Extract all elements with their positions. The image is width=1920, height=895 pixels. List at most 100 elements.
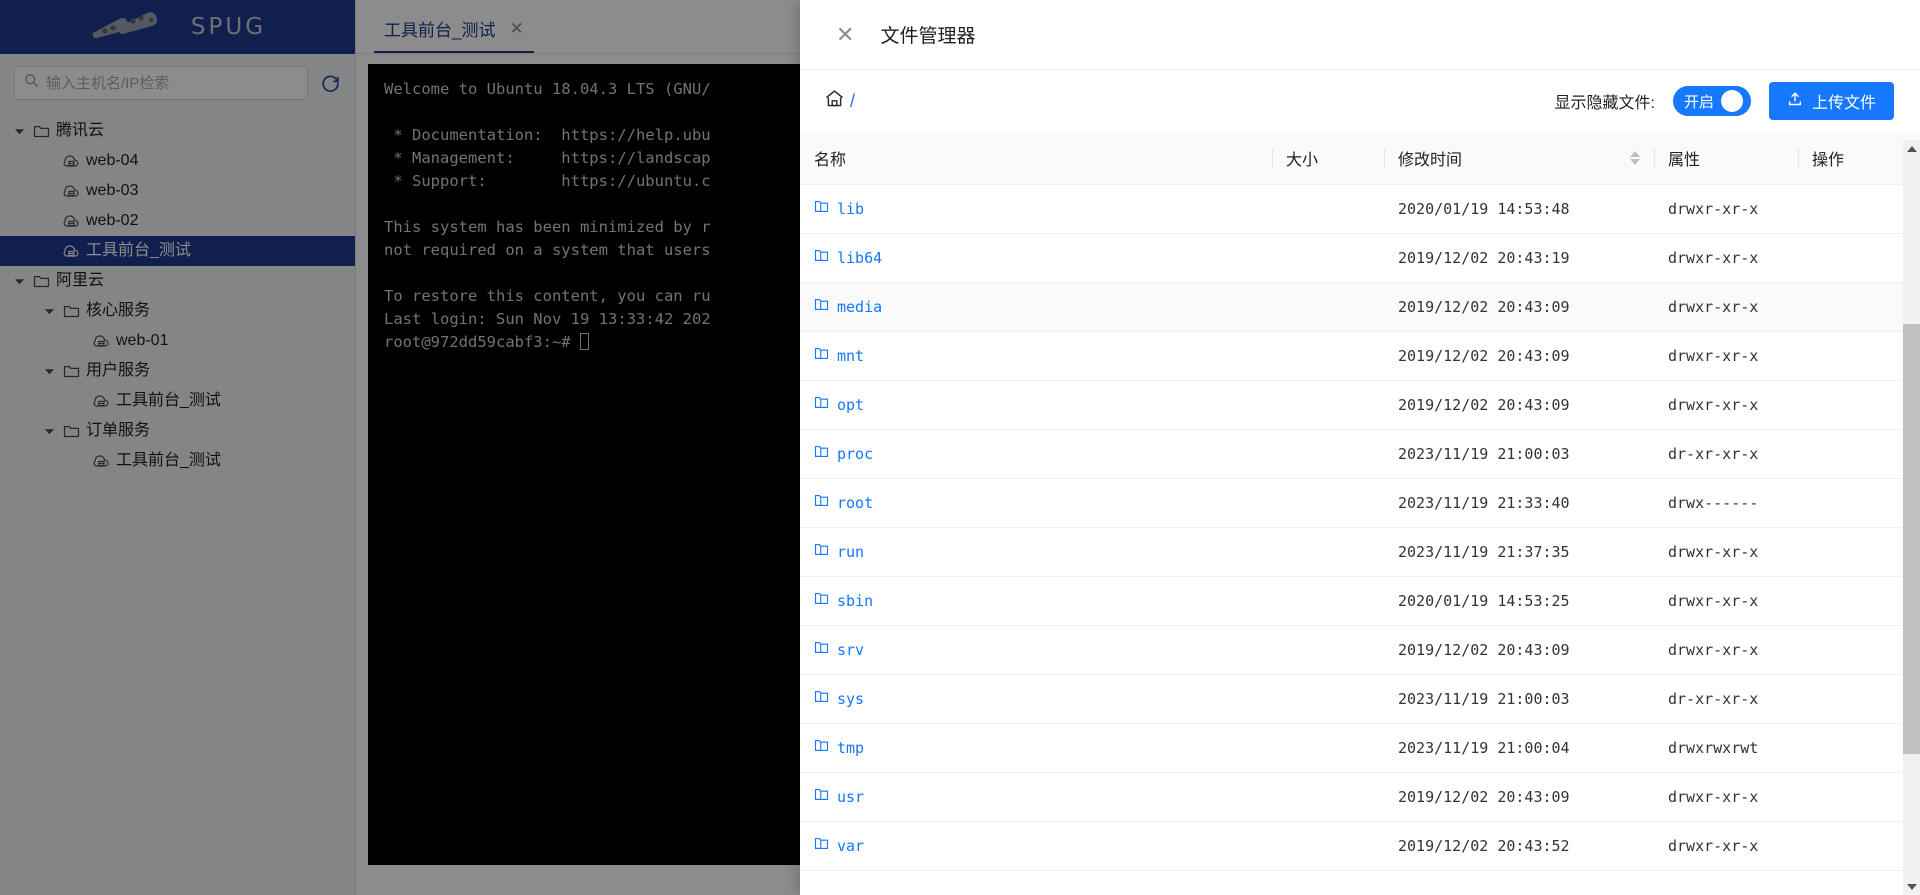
file-link[interactable]: var bbox=[814, 836, 864, 855]
cell-operations bbox=[1798, 527, 1920, 577]
table-header-row: 名称 大小 修改时间 属性 操作 bbox=[800, 132, 1920, 185]
table-row[interactable]: lib64 2019/12/02 20:43:19 drwxr-xr-x bbox=[800, 233, 1920, 283]
col-header-mtime[interactable]: 修改时间 bbox=[1384, 132, 1654, 185]
cell-operations bbox=[1798, 282, 1920, 332]
file-name-label: sbin bbox=[837, 591, 874, 610]
table-row[interactable]: tmp 2023/11/19 21:00:04 drwxrwxrwt bbox=[800, 723, 1920, 773]
cell-mtime: 2023/11/19 21:33:40 bbox=[1384, 478, 1654, 528]
cell-name[interactable]: lib64 bbox=[800, 233, 1272, 283]
cell-mtime: 2019/12/02 20:43:09 bbox=[1384, 625, 1654, 675]
scrollbar-thumb[interactable] bbox=[1903, 324, 1920, 755]
dialog-toolbar: / 显示隐藏文件: 开启 上传文件 bbox=[800, 70, 1920, 132]
breadcrumb-path[interactable]: / bbox=[850, 91, 855, 112]
cell-name[interactable]: var bbox=[800, 821, 1272, 871]
scrollbar-track[interactable] bbox=[1903, 157, 1920, 878]
table-row[interactable]: usr 2019/12/02 20:43:09 drwxr-xr-x bbox=[800, 772, 1920, 822]
folder-icon bbox=[814, 199, 829, 218]
sort-arrows-icon[interactable] bbox=[1630, 150, 1640, 165]
folder-icon bbox=[814, 836, 829, 855]
table-row[interactable]: run 2023/11/19 21:37:35 drwxr-xr-x bbox=[800, 527, 1920, 577]
cell-name[interactable]: root bbox=[800, 478, 1272, 528]
scroll-up-arrow-icon[interactable] bbox=[1903, 140, 1920, 157]
folder-icon bbox=[814, 395, 829, 414]
file-link[interactable]: lib bbox=[814, 199, 864, 218]
cell-size bbox=[1272, 772, 1384, 822]
cell-mtime: 2019/12/02 20:43:09 bbox=[1384, 380, 1654, 430]
cell-operations bbox=[1798, 723, 1920, 773]
show-hidden-toggle[interactable]: 开启 bbox=[1672, 86, 1751, 116]
cell-size bbox=[1272, 429, 1384, 479]
table-row[interactable]: sbin 2020/01/19 14:53:25 drwxr-xr-x bbox=[800, 576, 1920, 626]
cell-attr: drwxr-xr-x bbox=[1654, 380, 1798, 430]
home-icon[interactable] bbox=[824, 88, 845, 114]
file-name-label: run bbox=[837, 542, 865, 561]
cell-operations bbox=[1798, 772, 1920, 822]
cell-name[interactable]: lib bbox=[800, 184, 1272, 234]
file-table-wrap: 名称 大小 修改时间 属性 操作 lib 2020/01/19 14:53:48… bbox=[800, 132, 1920, 895]
upload-icon bbox=[1787, 91, 1803, 112]
folder-icon bbox=[814, 297, 829, 316]
window-scrollbar[interactable] bbox=[1903, 140, 1920, 895]
file-link[interactable]: tmp bbox=[814, 738, 864, 757]
cell-mtime: 2023/11/19 21:37:35 bbox=[1384, 527, 1654, 577]
file-link[interactable]: srv bbox=[814, 640, 864, 659]
cell-size bbox=[1272, 282, 1384, 332]
file-link[interactable]: mnt bbox=[814, 346, 864, 365]
file-name-label: usr bbox=[837, 787, 865, 806]
file-link[interactable]: usr bbox=[814, 787, 864, 806]
cell-name[interactable]: media bbox=[800, 282, 1272, 332]
file-link[interactable]: root bbox=[814, 493, 873, 512]
folder-icon bbox=[814, 689, 829, 708]
folder-icon bbox=[814, 444, 829, 463]
cell-size bbox=[1272, 380, 1384, 430]
table-row[interactable]: sys 2023/11/19 21:00:03 dr-xr-xr-x bbox=[800, 674, 1920, 724]
table-row[interactable]: opt 2019/12/02 20:43:09 drwxr-xr-x bbox=[800, 380, 1920, 430]
table-row[interactable]: media 2019/12/02 20:43:09 drwxr-xr-x bbox=[800, 282, 1920, 332]
cell-attr: drwxr-xr-x bbox=[1654, 625, 1798, 675]
cell-name[interactable]: sys bbox=[800, 674, 1272, 724]
cell-mtime: 2019/12/02 20:43:09 bbox=[1384, 772, 1654, 822]
table-row[interactable]: srv 2019/12/02 20:43:09 drwxr-xr-x bbox=[800, 625, 1920, 675]
file-name-label: lib bbox=[837, 199, 865, 218]
cell-mtime: 2023/11/19 21:00:03 bbox=[1384, 674, 1654, 724]
file-name-label: tmp bbox=[837, 738, 865, 757]
col-header-attr[interactable]: 属性 bbox=[1654, 132, 1798, 185]
file-link[interactable]: lib64 bbox=[814, 248, 882, 267]
file-link[interactable]: sys bbox=[814, 689, 864, 708]
cell-name[interactable]: proc bbox=[800, 429, 1272, 479]
table-row[interactable]: var 2019/12/02 20:43:52 drwxr-xr-x bbox=[800, 821, 1920, 871]
cell-name[interactable]: mnt bbox=[800, 331, 1272, 381]
file-link[interactable]: media bbox=[814, 297, 882, 316]
breadcrumb: / bbox=[824, 88, 855, 114]
cell-name[interactable]: run bbox=[800, 527, 1272, 577]
folder-icon bbox=[814, 787, 829, 806]
table-row[interactable]: proc 2023/11/19 21:00:03 dr-xr-xr-x bbox=[800, 429, 1920, 479]
col-header-size[interactable]: 大小 bbox=[1272, 132, 1384, 185]
table-row[interactable]: mnt 2019/12/02 20:43:09 drwxr-xr-x bbox=[800, 331, 1920, 381]
file-link[interactable]: run bbox=[814, 542, 864, 561]
table-row[interactable]: lib 2020/01/19 14:53:48 drwxr-xr-x bbox=[800, 184, 1920, 234]
file-table-head: 名称 大小 修改时间 属性 操作 bbox=[800, 132, 1920, 185]
cell-name[interactable]: tmp bbox=[800, 723, 1272, 773]
cell-attr: drwxrwxrwt bbox=[1654, 723, 1798, 773]
col-header-name[interactable]: 名称 bbox=[800, 132, 1272, 185]
file-name-label: lib64 bbox=[837, 248, 883, 267]
close-icon[interactable]: ✕ bbox=[836, 23, 854, 46]
cell-size bbox=[1272, 184, 1384, 234]
cell-attr: drwxr-xr-x bbox=[1654, 821, 1798, 871]
file-link[interactable]: proc bbox=[814, 444, 873, 463]
dialog-title: 文件管理器 bbox=[880, 26, 976, 47]
cell-name[interactable]: opt bbox=[800, 380, 1272, 430]
cell-attr: drwxr-xr-x bbox=[1654, 772, 1798, 822]
file-link[interactable]: opt bbox=[814, 395, 864, 414]
folder-icon bbox=[814, 346, 829, 365]
scroll-down-arrow-icon[interactable] bbox=[1903, 878, 1920, 895]
file-link[interactable]: sbin bbox=[814, 591, 873, 610]
cell-name[interactable]: usr bbox=[800, 772, 1272, 822]
cell-name[interactable]: srv bbox=[800, 625, 1272, 675]
upload-file-button[interactable]: 上传文件 bbox=[1768, 82, 1894, 120]
cell-name[interactable]: sbin bbox=[800, 576, 1272, 626]
cell-attr: drwxr-xr-x bbox=[1654, 184, 1798, 234]
col-header-ops[interactable]: 操作 bbox=[1798, 132, 1920, 185]
table-row[interactable]: root 2023/11/19 21:33:40 drwx------ bbox=[800, 478, 1920, 528]
